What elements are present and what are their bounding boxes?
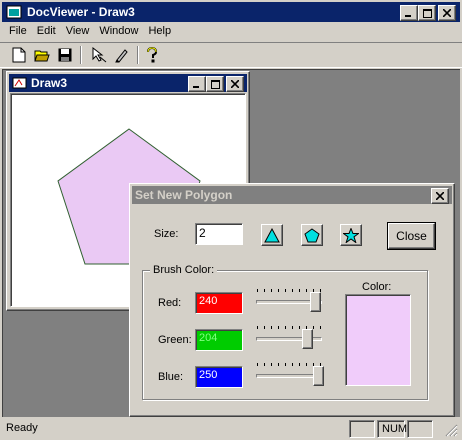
slider-tick bbox=[271, 289, 272, 292]
slider-tick bbox=[306, 289, 307, 292]
maximize-button[interactable] bbox=[418, 5, 436, 21]
green-label: Green: bbox=[158, 334, 192, 346]
slider-tick bbox=[278, 363, 279, 366]
status-pane-scrl bbox=[407, 420, 433, 438]
child-titlebar[interactable]: Draw3 bbox=[9, 74, 247, 92]
slider-tick bbox=[285, 363, 286, 366]
blue-slider-thumb[interactable] bbox=[313, 366, 324, 386]
slider-tick bbox=[257, 289, 258, 292]
child-maximize-button[interactable] bbox=[206, 76, 224, 92]
size-input[interactable]: 2 bbox=[195, 223, 243, 245]
menu-bar: File Edit View Window Help bbox=[4, 23, 176, 41]
slider-tick bbox=[292, 363, 293, 366]
child-minimize-button[interactable] bbox=[188, 76, 206, 92]
green-slider[interactable] bbox=[254, 323, 326, 355]
red-slider-thumb[interactable] bbox=[310, 292, 321, 312]
status-num: NUM bbox=[377, 420, 407, 438]
red-label: Red: bbox=[158, 297, 182, 309]
save-icon[interactable] bbox=[54, 44, 76, 66]
child-close-button[interactable] bbox=[226, 76, 244, 92]
slider-tick bbox=[292, 326, 293, 329]
slider-tick bbox=[292, 289, 293, 292]
menu-window[interactable]: Window bbox=[94, 23, 143, 41]
color-preview-swatch bbox=[345, 294, 411, 386]
triangle-button[interactable] bbox=[261, 224, 283, 246]
green-slider-thumb[interactable] bbox=[302, 329, 313, 349]
close-dialog-button[interactable]: Close bbox=[387, 222, 436, 250]
slider-tick bbox=[271, 326, 272, 329]
slider-tick bbox=[306, 363, 307, 366]
new-document-icon[interactable] bbox=[8, 44, 30, 66]
slider-tick bbox=[264, 326, 265, 329]
slider-tick bbox=[299, 363, 300, 366]
size-label: Size: bbox=[154, 228, 179, 240]
minimize-button[interactable] bbox=[400, 5, 418, 21]
dialog-title: Set New Polygon bbox=[135, 188, 233, 202]
red-slider[interactable] bbox=[254, 286, 326, 318]
green-value-field[interactable]: 204 bbox=[195, 329, 243, 351]
help-icon[interactable] bbox=[141, 44, 163, 66]
pentagon-icon bbox=[304, 227, 320, 242]
status-text: Ready bbox=[6, 422, 38, 434]
slider-tick bbox=[264, 363, 265, 366]
open-folder-icon[interactable] bbox=[31, 44, 53, 66]
draw-app-icon bbox=[12, 76, 28, 90]
slider-tick bbox=[257, 363, 258, 366]
menu-help[interactable]: Help bbox=[143, 23, 176, 41]
toolbar bbox=[0, 42, 462, 68]
app-title: DocViewer - Draw3 bbox=[27, 5, 135, 19]
slider-tick bbox=[271, 363, 272, 366]
blue-label: Blue: bbox=[158, 371, 184, 383]
slider-tick bbox=[264, 289, 265, 292]
slider-tick bbox=[313, 326, 314, 329]
triangle-icon bbox=[264, 227, 280, 242]
slider-tick bbox=[285, 326, 286, 329]
slider-tick bbox=[278, 326, 279, 329]
brush-color-label: Brush Color: bbox=[150, 264, 218, 276]
menu-view[interactable]: View bbox=[61, 23, 95, 41]
dialog-close-x-button[interactable] bbox=[431, 188, 449, 204]
dialog-titlebar[interactable]: Set New Polygon bbox=[132, 186, 452, 204]
pen-icon[interactable] bbox=[111, 44, 133, 66]
menu-file[interactable]: File bbox=[4, 23, 32, 41]
slider-tick bbox=[257, 326, 258, 329]
blue-value-field[interactable]: 250 bbox=[195, 366, 243, 388]
main-titlebar[interactable]: DocViewer - Draw3 bbox=[2, 2, 460, 22]
slider-tick bbox=[299, 289, 300, 292]
slider-tick bbox=[320, 326, 321, 329]
child-title: Draw3 bbox=[31, 76, 68, 90]
pointer-icon[interactable] bbox=[88, 44, 110, 66]
pentagon-button[interactable] bbox=[301, 224, 323, 246]
red-value-field[interactable]: 240 bbox=[195, 292, 243, 314]
resize-grip-icon[interactable] bbox=[444, 423, 460, 439]
slider-tick bbox=[278, 289, 279, 292]
blue-slider[interactable] bbox=[254, 360, 326, 392]
close-button[interactable] bbox=[438, 5, 456, 21]
menu-edit[interactable]: Edit bbox=[32, 23, 61, 41]
set-polygon-dialog: Set New Polygon Size: 2 Close Brush Colo… bbox=[129, 183, 455, 417]
app-icon bbox=[6, 5, 22, 19]
status-bar: Ready NUM bbox=[0, 419, 462, 440]
color-preview-label: Color: bbox=[362, 281, 392, 293]
slider-tick bbox=[285, 289, 286, 292]
star-button[interactable] bbox=[340, 224, 362, 246]
toolbar-separator bbox=[80, 46, 82, 64]
toolbar-separator-2 bbox=[137, 46, 139, 64]
star-icon bbox=[343, 227, 359, 243]
slider-tick bbox=[299, 326, 300, 329]
status-pane-caps bbox=[349, 420, 375, 438]
